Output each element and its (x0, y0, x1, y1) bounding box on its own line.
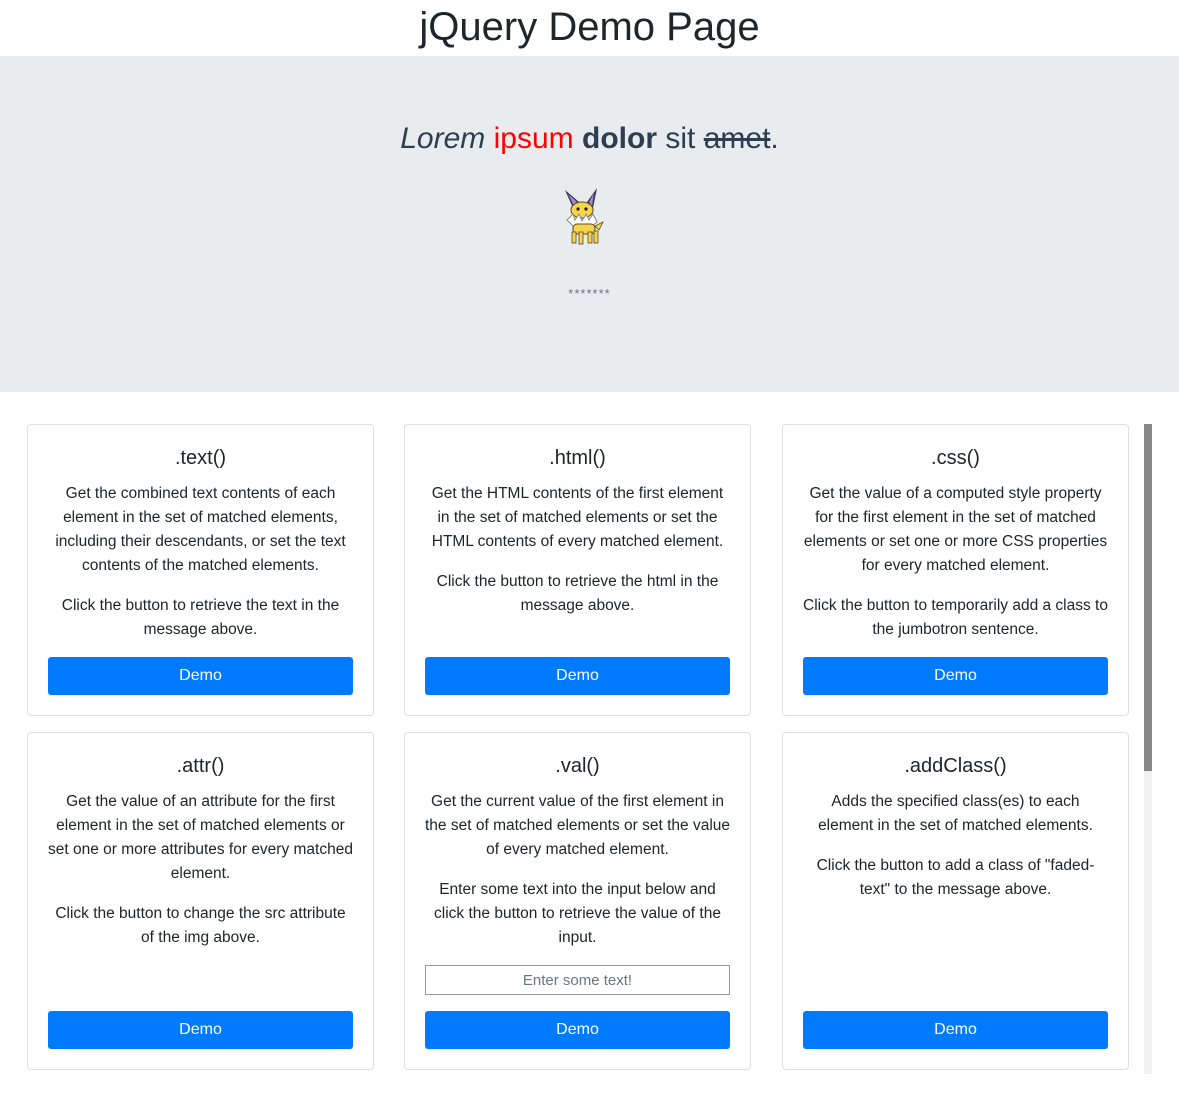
card-text-method: .text() Get the combined text contents o… (27, 424, 374, 716)
card-css-method: .css() Get the value of a computed style… (782, 424, 1129, 716)
sentence-end-punctuation: . (770, 122, 779, 155)
addclass-demo-button[interactable]: Demo (803, 1011, 1108, 1049)
sentence-word-strikethrough: amet (703, 122, 771, 155)
jumbotron-masked-text: ******* (568, 286, 611, 301)
card-title: .val() (555, 755, 600, 777)
sentence-word-italic: Lorem (400, 122, 486, 155)
attr-demo-button[interactable]: Demo (48, 1011, 353, 1049)
val-text-input[interactable] (425, 965, 730, 995)
sentence-word-red: ipsum (493, 122, 574, 155)
card-title: .addClass() (904, 755, 1007, 777)
card-description: Get the current value of the first eleme… (425, 793, 731, 858)
card-description: Get the value of an attribute for the fi… (48, 793, 353, 882)
html-demo-button[interactable]: Demo (425, 657, 730, 695)
vertical-scrollbar[interactable] (1144, 424, 1152, 1074)
card-title: .css() (931, 447, 980, 469)
card-instruction: Click the button to retrieve the text in… (61, 597, 340, 638)
card-description: Adds the specified class(es) to each ele… (818, 793, 1093, 834)
jumbotron: Lorem ipsum dolor sit amet. ******* (0, 56, 1179, 392)
text-demo-button[interactable]: Demo (48, 657, 353, 695)
scrollbar-thumb[interactable] (1144, 424, 1152, 771)
card-instruction: Click the button to temporarily add a cl… (803, 597, 1108, 638)
val-demo-button[interactable]: Demo (425, 1011, 730, 1049)
card-attr-method: .attr() Get the value of an attribute fo… (27, 732, 374, 1070)
page-title: jQuery Demo Page (419, 5, 760, 49)
card-addclass-method: .addClass() Adds the specified class(es)… (782, 732, 1129, 1070)
card-description: Get the value of a computed style proper… (803, 485, 1108, 574)
card-instruction: Click the button to add a class of "fade… (816, 857, 1095, 898)
card-instruction: Click the button to retrieve the html in… (436, 573, 719, 614)
card-title: .html() (549, 447, 606, 469)
css-demo-button[interactable]: Demo (803, 657, 1108, 695)
card-title: .text() (174, 447, 227, 469)
card-title: .attr() (176, 755, 225, 777)
card-description: Get the HTML contents of the first eleme… (431, 485, 724, 550)
sentence-word-bold: dolor (582, 122, 658, 155)
jumbotron-sentence: Lorem ipsum dolor sit amet. (0, 122, 1179, 156)
card-val-method: .val() Get the current value of the firs… (404, 732, 751, 1070)
yellow-electric-fox-sprite-icon (565, 188, 604, 245)
card-instruction: Enter some text into the input below and… (434, 881, 721, 946)
card-description: Get the combined text contents of each e… (55, 485, 346, 574)
card-instruction: Click the button to change the src attri… (55, 905, 346, 946)
card-html-method: .html() Get the HTML contents of the fir… (404, 424, 751, 716)
sentence-word-plain: sit (665, 122, 696, 155)
